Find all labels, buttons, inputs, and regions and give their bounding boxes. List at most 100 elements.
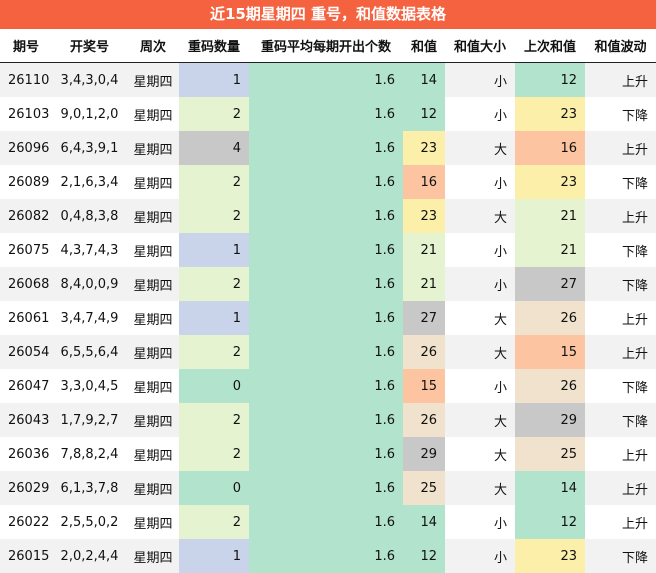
last-sum-cell: 14 [515, 471, 585, 505]
repeat-count-cell: 0 [179, 369, 249, 403]
weekday-cell: 星期四 [127, 403, 179, 437]
issue-cell: 26047 [0, 369, 52, 403]
numbers-cell: 6,1,3,7,8 [52, 471, 127, 505]
last-sum-cell: 23 [515, 539, 585, 573]
repeat-average-cell: 1.6 [249, 267, 403, 301]
sum-size-cell: 大 [445, 335, 515, 369]
sum-size-cell: 大 [445, 471, 515, 505]
sum-trend-cell: 上升 [585, 301, 656, 335]
numbers-cell: 2,1,6,3,4 [52, 165, 127, 199]
sum-trend-cell: 下降 [585, 539, 656, 573]
header-sum-trend: 和值波动 [585, 29, 656, 63]
last-sum-cell: 21 [515, 199, 585, 233]
last-sum-cell: 26 [515, 369, 585, 403]
issue-cell: 26103 [0, 97, 52, 131]
numbers-cell: 4,3,7,4,3 [52, 233, 127, 267]
repeat-count-cell: 2 [179, 335, 249, 369]
repeat-count-cell: 2 [179, 165, 249, 199]
repeat-count-cell: 2 [179, 199, 249, 233]
sum-cell: 14 [403, 62, 445, 97]
sum-cell: 26 [403, 403, 445, 437]
sum-cell: 26 [403, 335, 445, 369]
repeat-count-cell: 2 [179, 437, 249, 471]
sum-size-cell: 大 [445, 437, 515, 471]
numbers-cell: 1,7,9,2,7 [52, 403, 127, 437]
issue-cell: 26089 [0, 165, 52, 199]
sum-size-cell: 大 [445, 403, 515, 437]
sum-trend-cell: 上升 [585, 505, 656, 539]
weekday-cell: 星期四 [127, 267, 179, 301]
repeat-count-cell: 1 [179, 301, 249, 335]
table-row: 26096 6,4,3,9,1 星期四 4 1.6 23 大 16 上升 [0, 131, 656, 165]
lottery-data-table: 期号 开奖号 周次 重码数量 重码平均每期开出个数 和值 和值大小 上次和值 和… [0, 29, 656, 573]
table-row: 26043 1,7,9,2,7 星期四 2 1.6 26 大 29 下降 [0, 403, 656, 437]
weekday-cell: 星期四 [127, 335, 179, 369]
sum-trend-cell: 下降 [585, 233, 656, 267]
numbers-cell: 3,4,7,4,9 [52, 301, 127, 335]
repeat-average-cell: 1.6 [249, 403, 403, 437]
issue-cell: 26022 [0, 505, 52, 539]
table-row: 26015 2,0,2,4,4 星期四 1 1.6 12 小 23 下降 [0, 539, 656, 573]
header-weekday: 周次 [127, 29, 179, 63]
sum-cell: 29 [403, 437, 445, 471]
table-row: 26054 6,5,5,6,4 星期四 2 1.6 26 大 15 上升 [0, 335, 656, 369]
last-sum-cell: 23 [515, 97, 585, 131]
repeat-count-cell: 1 [179, 233, 249, 267]
sum-size-cell: 大 [445, 301, 515, 335]
table-title: 近15期星期四 重号，和值数据表格 [0, 0, 656, 29]
repeat-average-cell: 1.6 [249, 335, 403, 369]
repeat-average-cell: 1.6 [249, 369, 403, 403]
repeat-count-cell: 2 [179, 97, 249, 131]
header-sum-size: 和值大小 [445, 29, 515, 63]
repeat-count-cell: 0 [179, 471, 249, 505]
sum-trend-cell: 下降 [585, 267, 656, 301]
sum-size-cell: 大 [445, 199, 515, 233]
sum-cell: 21 [403, 267, 445, 301]
header-issue: 期号 [0, 29, 52, 63]
sum-size-cell: 小 [445, 369, 515, 403]
repeat-average-cell: 1.6 [249, 199, 403, 233]
last-sum-cell: 12 [515, 62, 585, 97]
table-row: 26047 3,3,0,4,5 星期四 0 1.6 15 小 26 下降 [0, 369, 656, 403]
header-repeat-average: 重码平均每期开出个数 [249, 29, 403, 63]
issue-cell: 26110 [0, 62, 52, 97]
repeat-average-cell: 1.6 [249, 233, 403, 267]
sum-size-cell: 大 [445, 131, 515, 165]
last-sum-cell: 26 [515, 301, 585, 335]
last-sum-cell: 15 [515, 335, 585, 369]
table-row: 26068 8,4,0,0,9 星期四 2 1.6 21 小 27 下降 [0, 267, 656, 301]
table-row: 26036 7,8,8,2,4 星期四 2 1.6 29 大 25 上升 [0, 437, 656, 471]
issue-cell: 26068 [0, 267, 52, 301]
sum-size-cell: 小 [445, 267, 515, 301]
header-repeat-count: 重码数量 [179, 29, 249, 63]
repeat-average-cell: 1.6 [249, 301, 403, 335]
repeat-count-cell: 2 [179, 267, 249, 301]
repeat-count-cell: 4 [179, 131, 249, 165]
sum-cell: 14 [403, 505, 445, 539]
table-body: 26110 3,4,3,0,4 星期四 1 1.6 14 小 12 上升 26103 9,0,1,2… [0, 62, 656, 573]
numbers-cell: 0,4,8,3,8 [52, 199, 127, 233]
weekday-cell: 星期四 [127, 97, 179, 131]
sum-cell: 12 [403, 97, 445, 131]
last-sum-cell: 16 [515, 131, 585, 165]
sum-size-cell: 小 [445, 233, 515, 267]
numbers-cell: 6,5,5,6,4 [52, 335, 127, 369]
issue-cell: 26082 [0, 199, 52, 233]
repeat-average-cell: 1.6 [249, 437, 403, 471]
weekday-cell: 星期四 [127, 199, 179, 233]
last-sum-cell: 27 [515, 267, 585, 301]
table-row: 26061 3,4,7,4,9 星期四 1 1.6 27 大 26 上升 [0, 301, 656, 335]
repeat-average-cell: 1.6 [249, 97, 403, 131]
issue-cell: 26043 [0, 403, 52, 437]
repeat-average-cell: 1.6 [249, 165, 403, 199]
sum-trend-cell: 上升 [585, 62, 656, 97]
numbers-cell: 2,0,2,4,4 [52, 539, 127, 573]
weekday-cell: 星期四 [127, 131, 179, 165]
sum-trend-cell: 下降 [585, 369, 656, 403]
weekday-cell: 星期四 [127, 165, 179, 199]
table-row: 26082 0,4,8,3,8 星期四 2 1.6 23 大 21 上升 [0, 199, 656, 233]
repeat-count-cell: 1 [179, 539, 249, 573]
last-sum-cell: 29 [515, 403, 585, 437]
repeat-average-cell: 1.6 [249, 539, 403, 573]
header-numbers: 开奖号 [52, 29, 127, 63]
